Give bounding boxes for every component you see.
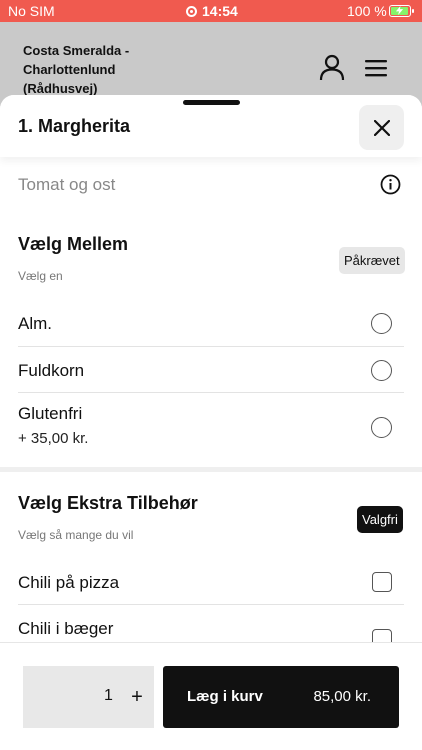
carrier-label: No SIM (8, 3, 55, 19)
store-name[interactable]: Costa Smeralda - Charlottenlund (Rådhusv… (23, 41, 183, 98)
sheet-header: 1. Margherita (0, 95, 422, 157)
optional-badge: Valgfri (357, 506, 403, 533)
option-glutenfri[interactable]: Glutenfri + 35,00 kr. (18, 393, 404, 463)
checkbox[interactable] (372, 572, 392, 592)
option-price: + 35,00 kr. (18, 430, 89, 447)
total-price: 85,00 kr. (313, 688, 371, 705)
add-to-cart-button[interactable]: Læg i kurv 85,00 kr. (163, 666, 399, 728)
add-to-cart-label: Læg i kurv (187, 688, 263, 705)
hamburger-menu-icon[interactable] (364, 58, 388, 78)
close-icon (373, 119, 390, 136)
quantity-stepper: 1 + (23, 666, 154, 728)
option-label: Fuldkorn (18, 361, 85, 380)
required-badge: Påkrævet (339, 247, 405, 274)
group-subtitle-extras: Vælg så mange du vil (18, 528, 134, 542)
option-label: Glutenfri (18, 404, 83, 423)
radio-button[interactable] (371, 313, 392, 334)
cart-footer: 1 + Læg i kurv 85,00 kr. (0, 642, 422, 750)
product-title: 1. Margherita (18, 116, 131, 136)
option-label: Chili i bæger (18, 619, 114, 638)
time-label: 14:54 (202, 3, 238, 19)
option-fuldkorn[interactable]: Fuldkorn (18, 347, 404, 393)
group-subtitle-size: Vælg en (18, 269, 63, 283)
battery-icon (389, 5, 414, 17)
section-divider (0, 467, 422, 472)
option-label: Alm. (18, 314, 52, 333)
sheet-drag-handle[interactable] (183, 100, 240, 105)
group-title-size: Vælg Mellem (18, 234, 129, 254)
increase-quantity-button[interactable]: + (123, 683, 151, 711)
status-bar: No SIM 14:54 100 % (0, 0, 422, 22)
radio-button[interactable] (371, 360, 392, 381)
radio-button[interactable] (371, 417, 392, 438)
option-chili-pizza[interactable]: Chili på pizza (18, 559, 404, 605)
group-title-extras: Vælg Ekstra Tilbehør (18, 493, 198, 513)
product-description: Tomat og ost (18, 175, 116, 194)
clock: 14:54 (186, 3, 238, 19)
charging-bolt-icon (395, 6, 404, 15)
account-icon[interactable] (318, 53, 346, 81)
quantity-value: 1 (104, 687, 113, 704)
info-icon[interactable] (380, 174, 401, 195)
screen-recording-icon (186, 5, 197, 17)
close-button[interactable] (359, 105, 404, 150)
option-label: Chili på pizza (18, 573, 120, 592)
option-alm[interactable]: Alm. (18, 300, 404, 347)
battery-percent: 100 % (347, 3, 387, 19)
